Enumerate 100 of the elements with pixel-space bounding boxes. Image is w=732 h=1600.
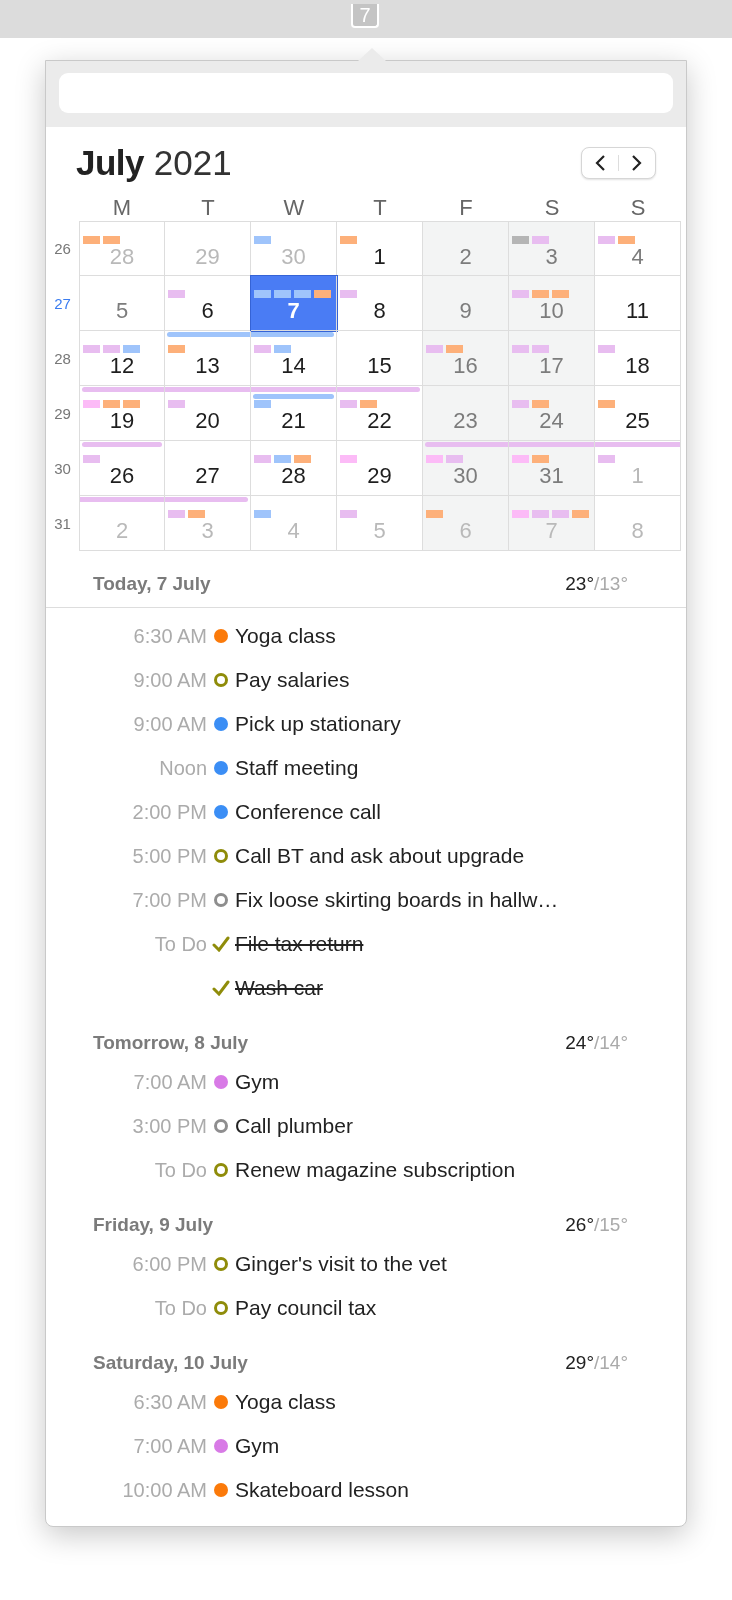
day-cell[interactable]: 25 — [595, 386, 681, 441]
day-cell[interactable]: 31 — [509, 441, 595, 496]
event-title[interactable]: Conference call — [235, 800, 686, 824]
event-title[interactable]: Staff meeting — [235, 756, 686, 780]
day-heading: Tomorrow, 8 July — [93, 1032, 249, 1054]
task-title[interactable]: Call BT and ask about upgrade — [235, 844, 686, 868]
day-number: 21 — [280, 408, 307, 434]
weekday-label: T — [372, 195, 388, 221]
event-title[interactable]: Yoga class — [235, 624, 686, 648]
task-title[interactable]: Pay salaries — [235, 668, 686, 692]
event-time: 6:00 PM — [131, 1252, 207, 1276]
day-number: 20 — [194, 408, 221, 434]
day-cell[interactable]: 2 — [423, 221, 509, 276]
day-number: 15 — [366, 353, 393, 379]
day-cell[interactable]: 16 — [423, 331, 509, 386]
day-cell[interactable]: 19 — [79, 386, 165, 441]
event-title[interactable]: Gym — [235, 1070, 686, 1094]
task-title[interactable]: Fix loose skirting boards in hallw… — [235, 888, 686, 912]
event-time: 7:00 AM — [132, 1070, 207, 1094]
event-title[interactable]: Yoga class — [235, 1390, 686, 1414]
day-number: 31 — [538, 463, 565, 489]
day-number: 14 — [280, 353, 307, 379]
week-number: 27 — [53, 294, 72, 314]
day-cell[interactable]: 11 — [595, 276, 681, 331]
high-temperature: 29° — [565, 1352, 594, 1374]
low-temperature: /13° — [594, 573, 628, 595]
day-number: 4 — [630, 244, 645, 270]
task-circle[interactable] — [214, 1119, 228, 1133]
weekday-label: S — [629, 195, 647, 221]
day-number: 1 — [630, 463, 645, 489]
day-cell[interactable]: 5 — [79, 276, 165, 331]
task-circle[interactable] — [214, 1257, 228, 1271]
event-time: To Do — [153, 932, 207, 956]
day-cell[interactable]: 20 — [165, 386, 251, 441]
day-cell[interactable]: 4 — [595, 221, 681, 276]
task-title[interactable]: Call plumber — [235, 1114, 686, 1138]
day-number: 1 — [372, 244, 387, 270]
day-cell[interactable]: 3 — [509, 221, 595, 276]
event-time: Noon — [158, 756, 207, 780]
day-number: 18 — [624, 353, 651, 379]
checkmark-icon[interactable] — [212, 980, 230, 996]
day-cell[interactable]: 10 — [509, 276, 595, 331]
task-circle[interactable] — [214, 893, 228, 907]
day-cell[interactable]: 7 — [251, 276, 337, 331]
day-number: 2 — [114, 518, 130, 544]
checkmark-icon[interactable] — [212, 936, 230, 952]
day-heading: Today, 7 July — [93, 573, 211, 595]
task-title[interactable]: Pay council tax — [235, 1296, 686, 1320]
day-number: 6 — [200, 298, 215, 324]
event-time: 9:00 AM — [132, 712, 207, 736]
weekday-label: T — [200, 195, 216, 221]
task-circle[interactable] — [214, 673, 228, 687]
month-title: July 2021 — [76, 143, 232, 183]
task-circle[interactable] — [214, 1163, 228, 1177]
event-time: 5:00 PM — [131, 844, 207, 868]
day-cell[interactable]: 23 — [423, 386, 509, 441]
day-cell[interactable]: 30 — [423, 441, 509, 496]
day-cell[interactable]: 21 — [251, 386, 337, 441]
weekday-label: W — [282, 195, 306, 221]
day-number: 7 — [544, 518, 559, 544]
day-number: 6 — [458, 518, 473, 544]
day-cell[interactable]: 22 — [337, 386, 423, 441]
day-number: 11 — [625, 298, 650, 324]
day-number: 23 — [452, 408, 479, 434]
high-temperature: 24° — [565, 1032, 594, 1054]
day-number: 7 — [286, 298, 301, 324]
day-cell[interactable]: 26 — [79, 441, 165, 496]
task-title[interactable]: Wash car — [235, 976, 686, 1000]
day-number: 12 — [108, 353, 136, 379]
low-temperature: /14° — [594, 1352, 628, 1374]
day-number: 3 — [200, 518, 215, 544]
day-number: 4 — [286, 518, 301, 544]
event-title[interactable]: Skateboard lesson — [235, 1478, 686, 1502]
day-number: 26 — [108, 463, 136, 489]
week-number: 29 — [53, 404, 72, 424]
day-heading: Saturday, 10 July — [93, 1352, 248, 1374]
event-title[interactable]: Gym — [235, 1434, 686, 1458]
day-cell[interactable]: 27 — [165, 441, 251, 496]
event-title[interactable]: Pick up stationary — [235, 712, 686, 736]
event-time: 7:00 PM — [131, 888, 207, 912]
task-circle[interactable] — [214, 1301, 228, 1315]
task-title[interactable]: Ginger's visit to the vet — [235, 1252, 686, 1276]
day-cell[interactable]: 14 — [251, 331, 337, 386]
day-cell[interactable]: 28 — [251, 441, 337, 496]
task-circle[interactable] — [214, 849, 228, 863]
day-cell[interactable]: 24 — [509, 386, 595, 441]
day-cell[interactable]: 18 — [595, 331, 681, 386]
event-time: 2:00 PM — [131, 800, 207, 824]
day-cell[interactable]: 12 — [79, 331, 165, 386]
day-cell[interactable]: 17 — [509, 331, 595, 386]
event-time: To Do — [153, 1296, 207, 1320]
task-title[interactable]: Renew magazine subscription — [235, 1158, 686, 1182]
event-time: 7:00 AM — [132, 1434, 207, 1458]
week-number: 30 — [53, 459, 72, 479]
task-title[interactable]: File tax return — [235, 932, 686, 956]
day-cell[interactable]: 13 — [165, 331, 251, 386]
day-number: 22 — [366, 408, 393, 434]
day-number: 8 — [630, 518, 645, 544]
weekday-label: M — [111, 195, 133, 221]
day-cell[interactable]: 9 — [423, 276, 509, 331]
